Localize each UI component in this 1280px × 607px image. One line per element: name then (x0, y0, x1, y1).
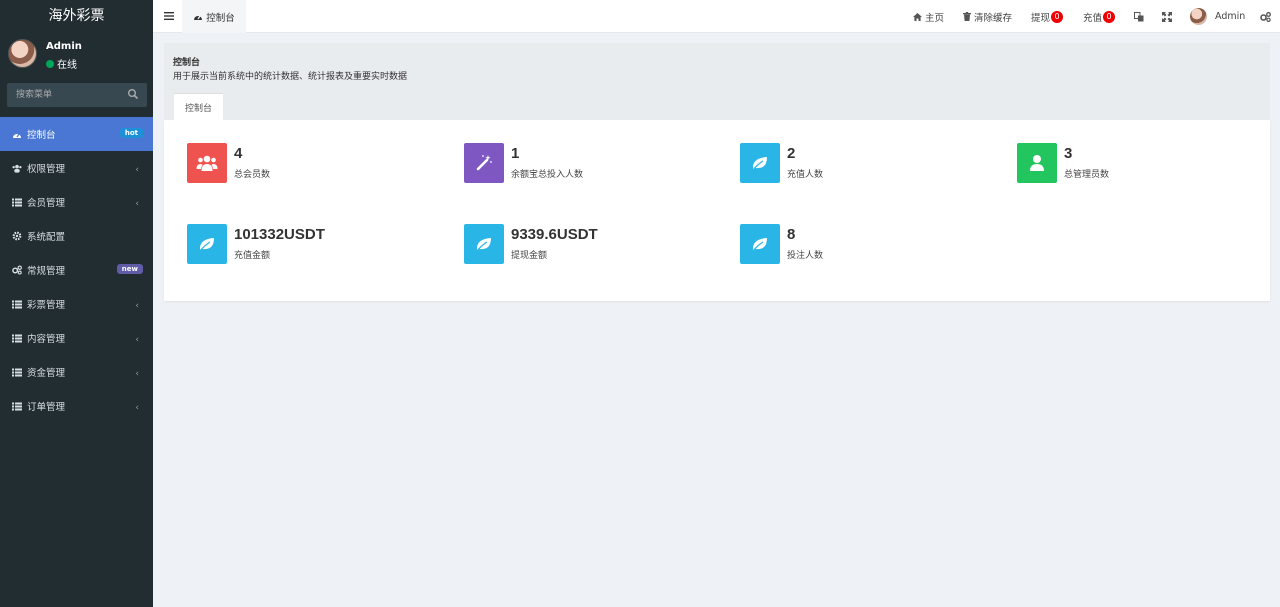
language-button[interactable] (1134, 0, 1144, 33)
stat-label: 提现金额 (511, 251, 548, 261)
sidebar-item-label: 内容管理 (27, 334, 66, 345)
magic-icon (464, 143, 504, 183)
content-header: 控制台 用于展示当前系统中的统计数据、统计报表及重要实时数据 控制台 (164, 43, 1270, 120)
users-icon (12, 163, 22, 173)
sidebar-item-label: 系统配置 (27, 232, 66, 243)
tab-dashboard[interactable]: 控制台 (182, 0, 246, 33)
leaf-icon (464, 224, 504, 264)
recharge-count-badge: 0 (1103, 10, 1116, 23)
gears-icon (12, 265, 22, 275)
sidebar-item-lottery[interactable]: 彩票管理 ‹ (0, 287, 153, 321)
search-input[interactable] (7, 83, 127, 107)
chevron-left-icon: ‹ (135, 165, 139, 175)
stat-label: 投注人数 (787, 251, 824, 261)
recharge-link[interactable]: 充值 0 (1083, 0, 1116, 33)
settings-button[interactable] (1260, 0, 1271, 33)
fullscreen-button[interactable] (1162, 0, 1172, 33)
clear-cache-button[interactable]: 清除缓存 (963, 0, 1012, 33)
stats-panel: 4 总会员数 1 余额宝总投入人数 2 充值人数 3 总管理员数 101332U… (164, 120, 1270, 301)
hot-badge: hot (119, 128, 143, 138)
sidebar-item-label: 控制台 (27, 130, 56, 141)
list-icon (12, 367, 22, 377)
dashboard-icon (194, 15, 203, 20)
sidebar-item-label: 权限管理 (27, 164, 66, 175)
sidebar: 海外彩票 Admin 在线 控制台 hot 权限管理 ‹ 会员管理 ‹ 系统 (0, 0, 153, 607)
user-name: Admin (46, 41, 82, 52)
leaf-icon (740, 224, 780, 264)
avatar (8, 39, 37, 68)
search-icon[interactable] (127, 88, 139, 100)
sidebar-item-system-config[interactable]: 系统配置 (0, 219, 153, 253)
menu-search (7, 83, 147, 107)
sidebar-item-general[interactable]: 常规管理 new (0, 253, 153, 287)
sidebar-menu: 控制台 hot 权限管理 ‹ 会员管理 ‹ 系统配置 常规管理 new 彩票管理… (0, 117, 153, 423)
sidebar-item-label: 常规管理 (27, 266, 66, 277)
dashboard-icon (12, 129, 22, 139)
chevron-left-icon: ‹ (135, 301, 139, 311)
stat-value: 8 (787, 226, 796, 243)
withdraw-count-badge: 0 (1051, 10, 1064, 23)
new-badge: new (116, 264, 143, 274)
user-status-text: 在线 (57, 60, 77, 71)
tab-label: 控制台 (206, 12, 235, 24)
chevron-left-icon: ‹ (135, 199, 139, 209)
home-icon (913, 12, 922, 21)
avatar (1190, 8, 1207, 25)
home-link[interactable]: 主页 (913, 0, 944, 33)
stat-value: 4 (234, 145, 243, 162)
stat-value: 9339.6USDT (511, 226, 598, 243)
stat-value: 1 (511, 145, 520, 162)
user-status: 在线 (46, 56, 77, 71)
chevron-left-icon: ‹ (135, 335, 139, 345)
list-icon (12, 197, 22, 207)
stat-label: 充值人数 (787, 170, 824, 180)
brand-logo[interactable]: 海外彩票 (0, 0, 153, 32)
clear-cache-label: 清除缓存 (974, 12, 1013, 24)
user-menu[interactable]: Admin (1190, 0, 1245, 33)
user-panel: Admin 在线 (0, 32, 153, 77)
gear-icon (12, 231, 22, 241)
sidebar-item-label: 资金管理 (27, 368, 66, 379)
online-dot-icon (46, 59, 54, 68)
home-label: 主页 (925, 12, 945, 24)
sidebar-item-dashboard[interactable]: 控制台 hot (0, 117, 153, 151)
sidebar-item-permissions[interactable]: 权限管理 ‹ (0, 151, 153, 185)
page-description: 用于展示当前系统中的统计数据、统计报表及重要实时数据 (173, 72, 408, 82)
leaf-icon (740, 143, 780, 183)
list-icon (12, 401, 22, 411)
leaf-icon (187, 224, 227, 264)
menu-toggle-icon[interactable] (163, 10, 175, 22)
stat-label: 余额宝总投入人数 (511, 170, 584, 180)
chevron-left-icon: ‹ (135, 403, 139, 413)
sidebar-item-orders[interactable]: 订单管理 ‹ (0, 389, 153, 423)
sidebar-item-label: 彩票管理 (27, 300, 66, 311)
recharge-label: 充值 (1083, 12, 1103, 24)
sidebar-item-members[interactable]: 会员管理 ‹ (0, 185, 153, 219)
trash-icon (963, 12, 971, 21)
user-menu-name: Admin (1215, 11, 1246, 22)
stat-label: 总管理员数 (1064, 170, 1110, 180)
sidebar-item-label: 会员管理 (27, 198, 66, 209)
translate-icon (1134, 11, 1144, 21)
stat-value: 2 (787, 145, 796, 162)
withdraw-label: 提现 (1031, 12, 1051, 24)
stat-value: 3 (1064, 145, 1073, 162)
stat-label: 充值金额 (234, 251, 271, 261)
chevron-left-icon: ‹ (135, 369, 139, 379)
sidebar-item-content[interactable]: 内容管理 ‹ (0, 321, 153, 355)
withdraw-link[interactable]: 提现 0 (1031, 0, 1064, 33)
tab-dashboard-panel[interactable]: 控制台 (174, 93, 223, 120)
gears-icon (1260, 11, 1271, 22)
top-navbar: 控制台 主页 清除缓存 提现 0 充值 0 Admin (153, 0, 1280, 33)
stat-value: 101332USDT (234, 226, 325, 243)
stat-label: 总会员数 (234, 170, 271, 180)
list-icon (12, 333, 22, 343)
page-title: 控制台 (173, 58, 201, 68)
sidebar-item-label: 订单管理 (27, 402, 66, 413)
fullscreen-icon (1162, 11, 1172, 22)
list-icon (12, 299, 22, 309)
users-icon (187, 143, 227, 183)
sidebar-item-funds[interactable]: 资金管理 ‹ (0, 355, 153, 389)
user-icon (1017, 143, 1057, 183)
